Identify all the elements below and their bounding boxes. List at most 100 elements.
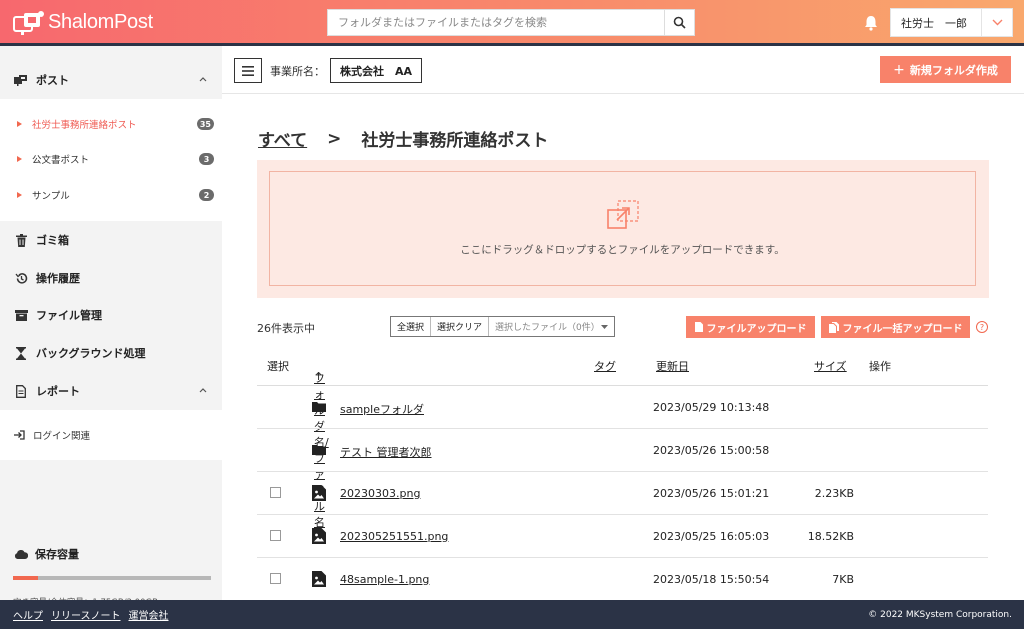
sidebar-item-label: ゴミ箱 [36,234,69,247]
hourglass-icon [14,346,28,360]
mailbox-icon [14,73,28,87]
breadcrumb-all-link[interactable]: すべて [258,126,307,151]
history-icon [14,271,28,285]
main-content: 事業所名： 株式会社 AA + 新規フォルダ作成 すべて > 社労士事務所連絡ポ… [222,46,1024,601]
storage-bar [13,576,211,580]
app-header: ShalomPost 社労士 一郎 [0,0,1024,46]
menu-toggle-button[interactable] [234,58,262,83]
table-row[interactable]: 20230303.png 2023/05/26 15:01:21 2.23KB [257,472,988,515]
sidebar-item-file-management[interactable]: ファイル管理 [0,296,222,334]
row-checkbox[interactable] [270,573,281,584]
sidebar-item-background[interactable]: バックグラウンド処理 [0,334,222,372]
copyright: © 2022 MKSystem Corporation. [868,609,1012,620]
row-checkbox[interactable] [270,487,281,498]
storage-bar-fill [13,576,38,580]
column-size[interactable]: サイズ [814,358,847,374]
chevron-up-icon [199,388,207,393]
sidebar-item-label: ログイン関連 [33,431,91,442]
file-name-link[interactable]: sampleフォルダ [340,401,424,417]
file-updated-date: 2023/05/18 15:50:54 [653,573,770,586]
count-badge: 3 [199,153,214,165]
dropzone[interactable]: ここにドラッグ＆ドロップするとファイルをアップロードできます。 [257,160,989,298]
folder-icon [312,445,326,455]
column-select: 選択 [267,360,289,373]
table-row[interactable]: sampleフォルダ 2023/05/29 10:13:48 [257,386,988,429]
bulk-upload-label: ファイル一括アップロード [842,323,963,335]
file-name-link[interactable]: 48sample-1.png [340,573,429,586]
sidebar-item-label: サンプル [32,191,70,202]
count-badge: 35 [196,118,214,130]
selection-controls: 全選択 選択クリア 選択したファイル（0件） [390,316,616,337]
post-list: 社労士事務所連絡ポスト 35 公文書ポスト 3 サンプル 2 [0,99,222,221]
file-name-link[interactable]: テスト 管理者次郎 [340,444,432,460]
files-icon [828,321,839,333]
table-row[interactable]: 48sample-1.png 2023/05/18 15:50:54 7KB [257,558,988,601]
footer-release-notes-link[interactable]: リリースノート [51,607,121,622]
storage-title-label: 保存容量 [35,548,79,561]
help-icon[interactable]: ? [976,321,988,333]
report-list: ログイン関連 [0,410,222,460]
office-label: 事業所名： [270,65,325,78]
sidebar-item-label: 操作履歴 [36,272,80,285]
search-icon [673,16,686,29]
clear-selection-button[interactable]: 選択クリア [431,317,490,336]
user-menu-toggle[interactable] [981,9,1012,36]
chevron-down-icon [992,19,1002,26]
new-folder-button[interactable]: + 新規フォルダ作成 [880,56,1011,83]
sidebar-section-post[interactable]: ポスト [0,61,222,99]
dropzone-area[interactable]: ここにドラッグ＆ドロップするとファイルをアップロードできます。 [269,171,976,286]
office-selector[interactable]: 株式会社 AA [330,58,422,83]
row-checkbox[interactable] [270,530,281,541]
file-updated-date: 2023/05/29 10:13:48 [653,401,770,414]
main-topbar: 事業所名： 株式会社 AA + 新規フォルダ作成 [222,46,1024,94]
hamburger-icon [242,65,254,76]
breadcrumb: すべて > 社労士事務所連絡ポスト [258,126,548,152]
table-row[interactable]: テスト 管理者次郎 2023/05/26 15:00:58 [257,429,988,472]
file-name-link[interactable]: 20230303.png [340,487,420,500]
select-all-button[interactable]: 全選択 [391,317,432,336]
logo[interactable]: ShalomPost [12,9,153,35]
archive-icon [14,308,28,322]
file-icon [694,322,703,332]
column-actions: 操作 [869,360,891,373]
file-updated-date: 2023/05/26 15:00:58 [653,444,770,457]
dropzone-text: ここにドラッグ＆ドロップするとファイルをアップロードできます。 [460,244,785,256]
sidebar-item-post-3[interactable]: サンプル 2 [0,177,222,213]
file-size: 18.52KB [807,530,854,543]
sidebar-item-login-report[interactable]: ログイン関連 [0,417,222,453]
column-updated[interactable]: 更新日 [656,358,689,374]
file-updated-date: 2023/05/25 16:05:03 [653,530,770,543]
cloud-icon [14,550,28,559]
chevron-up-icon [199,77,207,82]
logo-text: ShalomPost [48,10,153,33]
sort-arrow-icon: ↑ [314,370,324,383]
table-row[interactable]: 202305251551.png 2023/05/25 16:05:03 18.52… [257,515,988,558]
user-menu[interactable]: 社労士 一郎 [890,8,1013,37]
image-file-icon [312,485,326,501]
search-button[interactable] [664,10,694,35]
sidebar-item-post-1[interactable]: 社労士事務所連絡ポスト 35 [0,106,222,142]
footer-help-link[interactable]: ヘルプ [13,607,43,622]
file-size: 7KB [832,573,854,586]
footer-company-link[interactable]: 運営会社 [129,607,169,622]
file-updated-date: 2023/05/26 15:01:21 [653,487,770,500]
caret-down-icon [601,324,609,329]
bell-icon[interactable] [862,14,880,32]
bulk-upload-button[interactable]: ファイル一括アップロード [821,316,970,338]
file-name-link[interactable]: 202305251551.png [340,530,448,543]
sidebar-item-label: 公文書ポスト [32,155,90,166]
image-file-icon [312,571,326,587]
column-tag[interactable]: タグ [594,358,616,374]
sidebar-section-report[interactable]: レポート [0,372,222,410]
selected-files-dropdown[interactable]: 選択したファイル（0件） [489,317,614,336]
search-input[interactable] [328,10,664,35]
user-name: 社労士 一郎 [901,16,967,30]
sidebar-item-history[interactable]: 操作履歴 [0,259,222,297]
search-bar [327,9,695,36]
file-upload-button[interactable]: ファイルアップロード [686,316,815,338]
count-badge: 2 [199,189,214,201]
sidebar-item-trash[interactable]: ゴミ箱 [0,221,222,259]
storage-title: 保存容量 [14,546,79,562]
sidebar-item-post-2[interactable]: 公文書ポスト 3 [0,141,222,177]
caret-right-icon [17,121,22,127]
